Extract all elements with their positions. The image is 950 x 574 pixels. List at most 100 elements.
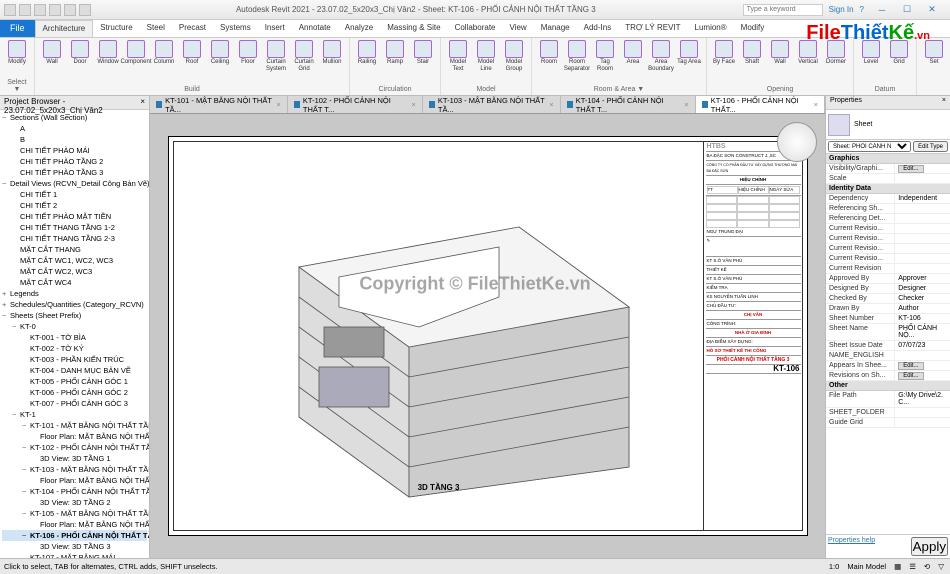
document-tab[interactable]: KT-104 - PHỐI CẢNH NỘI THẤT T...×: [561, 96, 696, 113]
tree-node[interactable]: −KT-103 - MẶT BẰNG NỘI THẤT TẦNG 2: [2, 464, 147, 475]
tree-node[interactable]: KT-005 - PHỐI CẢNH GÓC 1: [2, 376, 147, 387]
ribbon-tab[interactable]: Steel: [140, 20, 172, 37]
sheet-viewport[interactable]: 3D TẦNG 3: [199, 167, 679, 507]
maximize-button[interactable]: ☐: [895, 1, 919, 19]
property-row[interactable]: File PathG:\My Drive\2. C...: [826, 391, 950, 408]
ribbon-button[interactable]: Model Line: [473, 40, 499, 73]
close-icon[interactable]: ×: [411, 100, 415, 109]
ribbon-tab[interactable]: Collaborate: [448, 20, 503, 37]
tree-node[interactable]: KT-001 - TỜ BÌA: [2, 332, 147, 343]
tree-node[interactable]: 3D View: 3D TẦNG 1: [2, 453, 147, 464]
ribbon-tab[interactable]: Architecture: [35, 20, 94, 37]
tree-node[interactable]: −Sheets (Sheet Prefix): [2, 310, 147, 321]
document-tab[interactable]: KT-106 - PHỐI CẢNH NỘI THẤT...×: [696, 96, 825, 113]
property-row[interactable]: NAME_ENGLISH: [826, 351, 950, 361]
property-category[interactable]: Graphics: [826, 154, 950, 164]
tree-node[interactable]: −KT-105 - MẶT BẰNG NỘI THẤT TẦNG 3: [2, 508, 147, 519]
tree-node[interactable]: KT-006 - PHỐI CẢNH GÓC 2: [2, 387, 147, 398]
sb-zoom[interactable]: 1:0: [827, 562, 841, 571]
tree-node[interactable]: 3D View: 3D TẦNG 3: [2, 541, 147, 552]
ribbon-button[interactable]: Wall: [39, 40, 65, 66]
ribbon-button[interactable]: Curtain Grid: [291, 40, 317, 73]
qat-revit-icon[interactable]: [4, 4, 16, 16]
ribbon-button[interactable]: Window: [95, 40, 121, 66]
tree-node[interactable]: KT-004 - DANH MỤC BẢN VẼ: [2, 365, 147, 376]
properties-help-link[interactable]: Properties help: [828, 537, 875, 556]
ribbon-tab[interactable]: Insert: [258, 20, 292, 37]
ribbon-tab[interactable]: Manage: [534, 20, 577, 37]
close-icon[interactable]: ×: [276, 100, 280, 109]
tree-node[interactable]: CHI TIẾT PHÀO TẦNG 3: [2, 167, 147, 178]
tree-node[interactable]: −Sections (Wall Section): [2, 112, 147, 123]
signin-link[interactable]: Sign In: [829, 5, 854, 14]
ribbon-button[interactable]: Floor: [235, 40, 261, 66]
tree-node[interactable]: −KT-0: [2, 321, 147, 332]
ribbon-tab[interactable]: Systems: [213, 20, 258, 37]
ribbon-tab[interactable]: Precast: [172, 20, 213, 37]
property-category[interactable]: Other: [826, 381, 950, 391]
apply-button[interactable]: Apply: [911, 537, 948, 556]
tree-node[interactable]: −KT-101 - MẶT BẰNG NỘI THẤT TẦNG 1: [2, 420, 147, 431]
tree-node[interactable]: −KT-104 - PHỐI CẢNH NỘI THẤT TẦNG: [2, 486, 147, 497]
property-row[interactable]: Sheet NamePHỐI CẢNH NỘ...: [826, 324, 950, 341]
instance-selector[interactable]: Sheet: PHỐI CẢNH N: [828, 141, 911, 152]
tree-node[interactable]: −KT-1: [2, 409, 147, 420]
property-row[interactable]: Sheet NumberKT-106: [826, 314, 950, 324]
close-icon[interactable]: ×: [549, 100, 553, 109]
ribbon-button[interactable]: Railing: [354, 40, 380, 66]
property-row[interactable]: Current Revisio...: [826, 234, 950, 244]
ribbon-button[interactable]: By Face: [711, 40, 737, 66]
property-row[interactable]: Current Revision: [826, 264, 950, 274]
ribbon-button[interactable]: Wall: [767, 40, 793, 66]
tree-node[interactable]: +Legends: [2, 288, 147, 299]
property-row[interactable]: SHEET_FOLDER: [826, 408, 950, 418]
ribbon-tab[interactable]: Analyze: [338, 20, 380, 37]
tree-node[interactable]: MẶT CẮT WC1, WC2, WC3: [2, 255, 147, 266]
tree-node[interactable]: +Schedules/Quantities (Category_RCVN): [2, 299, 147, 310]
ribbon-button[interactable]: Stair: [410, 40, 436, 66]
ribbon-tab[interactable]: View: [503, 20, 534, 37]
property-row[interactable]: Referencing Sh...: [826, 204, 950, 214]
ribbon-tab[interactable]: TRỢ LÝ REVIT: [618, 20, 687, 37]
ribbon-button[interactable]: Area: [620, 40, 646, 66]
tree-node[interactable]: MẶT CẮT WC4: [2, 277, 147, 288]
tree-node[interactable]: KT-007 - PHỐI CẢNH GÓC 3: [2, 398, 147, 409]
tree-node[interactable]: Floor Plan: MẶT BẰNG NỘI THẤT: [2, 431, 147, 442]
property-row[interactable]: Scale: [826, 174, 950, 184]
tree-node[interactable]: MẶT CẮT WC2, WC3: [2, 266, 147, 277]
tree-node[interactable]: KT-003 - PHẦN KIẾN TRÚC: [2, 354, 147, 365]
ribbon-button[interactable]: Area Boundary: [648, 40, 674, 73]
tree-node[interactable]: CHI TIẾT PHÀO TẦNG 2: [2, 156, 147, 167]
close-button[interactable]: ✕: [920, 1, 944, 19]
tree-node[interactable]: CHI TIẾT PHÀO MẶT TIỀN: [2, 211, 147, 222]
tree-node[interactable]: MẶT CẮT THANG: [2, 244, 147, 255]
properties-grid[interactable]: GraphicsVisibility/Graphi...Edit...Scale…: [826, 154, 950, 534]
property-row[interactable]: Guide Grid: [826, 418, 950, 428]
document-tab[interactable]: KT-101 - MẬT BẰNG NỘI THẤT TẦ...×: [150, 96, 288, 113]
property-row[interactable]: Referencing Det...: [826, 214, 950, 224]
ribbon-button[interactable]: Tag Room: [592, 40, 618, 73]
tree-node[interactable]: KT-002 - TỜ KÝ: [2, 343, 147, 354]
property-row[interactable]: Appears In Shee...Edit...: [826, 361, 950, 371]
property-row[interactable]: Current Revisio...: [826, 224, 950, 234]
ribbon-button[interactable]: Modify: [4, 40, 30, 66]
property-row[interactable]: Revisions on Sh...Edit...: [826, 371, 950, 381]
tree-node[interactable]: B: [2, 134, 147, 145]
drawing-canvas[interactable]: 3D TẦNG 3 HTBS BA ĐẶC SƠN CONSTRUCT J.,S…: [150, 114, 825, 558]
ribbon-button[interactable]: Curtain System: [263, 40, 289, 73]
tree-node[interactable]: CHI TIẾT PHÀO MÁI: [2, 145, 147, 156]
ribbon-button[interactable]: Ceiling: [207, 40, 233, 66]
tree-node[interactable]: A: [2, 123, 147, 134]
property-category[interactable]: Identity Data: [826, 184, 950, 194]
project-browser-tree[interactable]: −Sections (Wall Section)ABCHI TIẾT PHÀO …: [0, 110, 149, 558]
ribbon-tab[interactable]: Modify: [734, 20, 772, 37]
ribbon-tab[interactable]: Lumion®: [688, 20, 734, 37]
property-row[interactable]: Designed ByDesigner: [826, 284, 950, 294]
ribbon-button[interactable]: Ramp: [382, 40, 408, 66]
tree-node[interactable]: Floor Plan: MẶT BẰNG NỘI THẤT: [2, 475, 147, 486]
help-search-input[interactable]: [743, 4, 823, 16]
tree-node[interactable]: CHI TIẾT 1: [2, 189, 147, 200]
ribbon-button[interactable]: Room: [536, 40, 562, 66]
tree-node[interactable]: KT-107 - MẶT BẰNG MÁI: [2, 552, 147, 558]
document-tab[interactable]: KT-103 - MẬT BẰNG NỘI THẤT TẦ...×: [423, 96, 561, 113]
